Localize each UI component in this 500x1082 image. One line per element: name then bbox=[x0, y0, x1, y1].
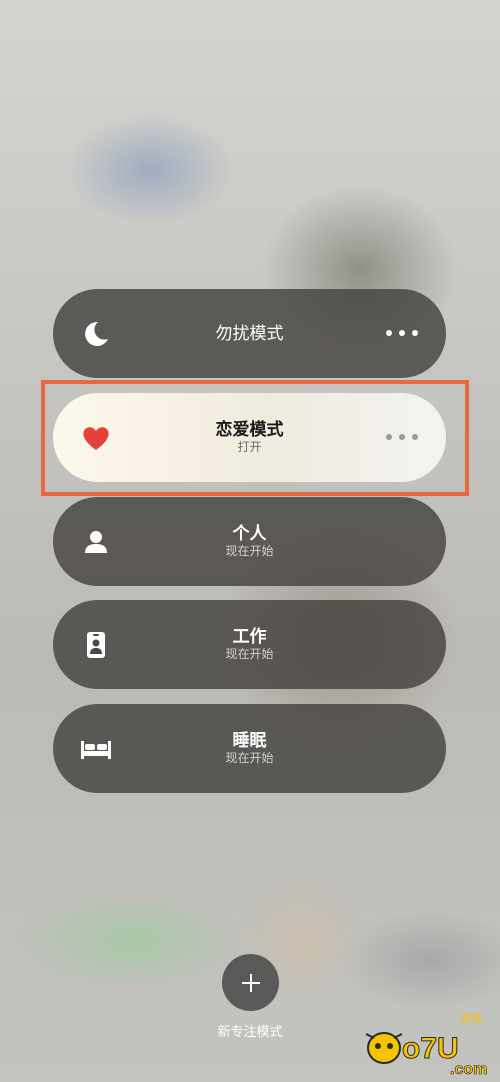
focus-mode-title: 恋爱模式 bbox=[215, 420, 284, 440]
new-focus-mode-button[interactable] bbox=[222, 954, 279, 1011]
ellipsis-dot bbox=[412, 434, 418, 440]
focus-mode-sleep[interactable]: 睡眠 现在开始 bbox=[53, 704, 446, 793]
focus-mode-status: 现在开始 bbox=[225, 647, 274, 661]
focus-mode-status: 现在开始 bbox=[225, 544, 274, 558]
focus-mode-work[interactable]: 工作 现在开始 bbox=[53, 600, 446, 689]
ellipsis-dot bbox=[412, 330, 418, 336]
bed-icon bbox=[79, 732, 113, 766]
focus-mode-status: 现在开始 bbox=[225, 751, 274, 765]
moon-icon bbox=[79, 317, 113, 351]
heart-icon bbox=[79, 421, 113, 455]
ellipsis-dot bbox=[386, 330, 392, 336]
plus-icon bbox=[241, 973, 260, 992]
svg-text:游戏: 游戏 bbox=[460, 1012, 482, 1025]
focus-mode-personal[interactable]: 个人 现在开始 bbox=[53, 497, 446, 586]
focus-mode-title: 工作 bbox=[232, 627, 267, 647]
more-options-button[interactable] bbox=[386, 325, 418, 341]
new-focus-mode-label: 新专注模式 bbox=[217, 1025, 283, 1040]
focus-mode-title: 勿扰模式 bbox=[215, 323, 284, 344]
focus-mode-status: 打开 bbox=[237, 440, 262, 454]
ellipsis-dot bbox=[399, 434, 405, 440]
ellipsis-dot bbox=[386, 434, 392, 440]
person-icon bbox=[79, 525, 113, 559]
focus-mode-do-not-disturb[interactable]: 勿扰模式 bbox=[53, 289, 446, 378]
ellipsis-dot bbox=[399, 330, 405, 336]
site-watermark-logo: o7U .com 游戏 bbox=[360, 1000, 500, 1082]
more-options-button[interactable] bbox=[386, 429, 418, 445]
focus-mode-title: 睡眠 bbox=[232, 731, 267, 751]
svg-text:.com: .com bbox=[450, 1061, 487, 1078]
focus-mode-title: 个人 bbox=[232, 524, 267, 544]
id-badge-icon bbox=[79, 628, 113, 662]
focus-mode-love[interactable]: 恋爱模式 打开 bbox=[53, 393, 446, 482]
